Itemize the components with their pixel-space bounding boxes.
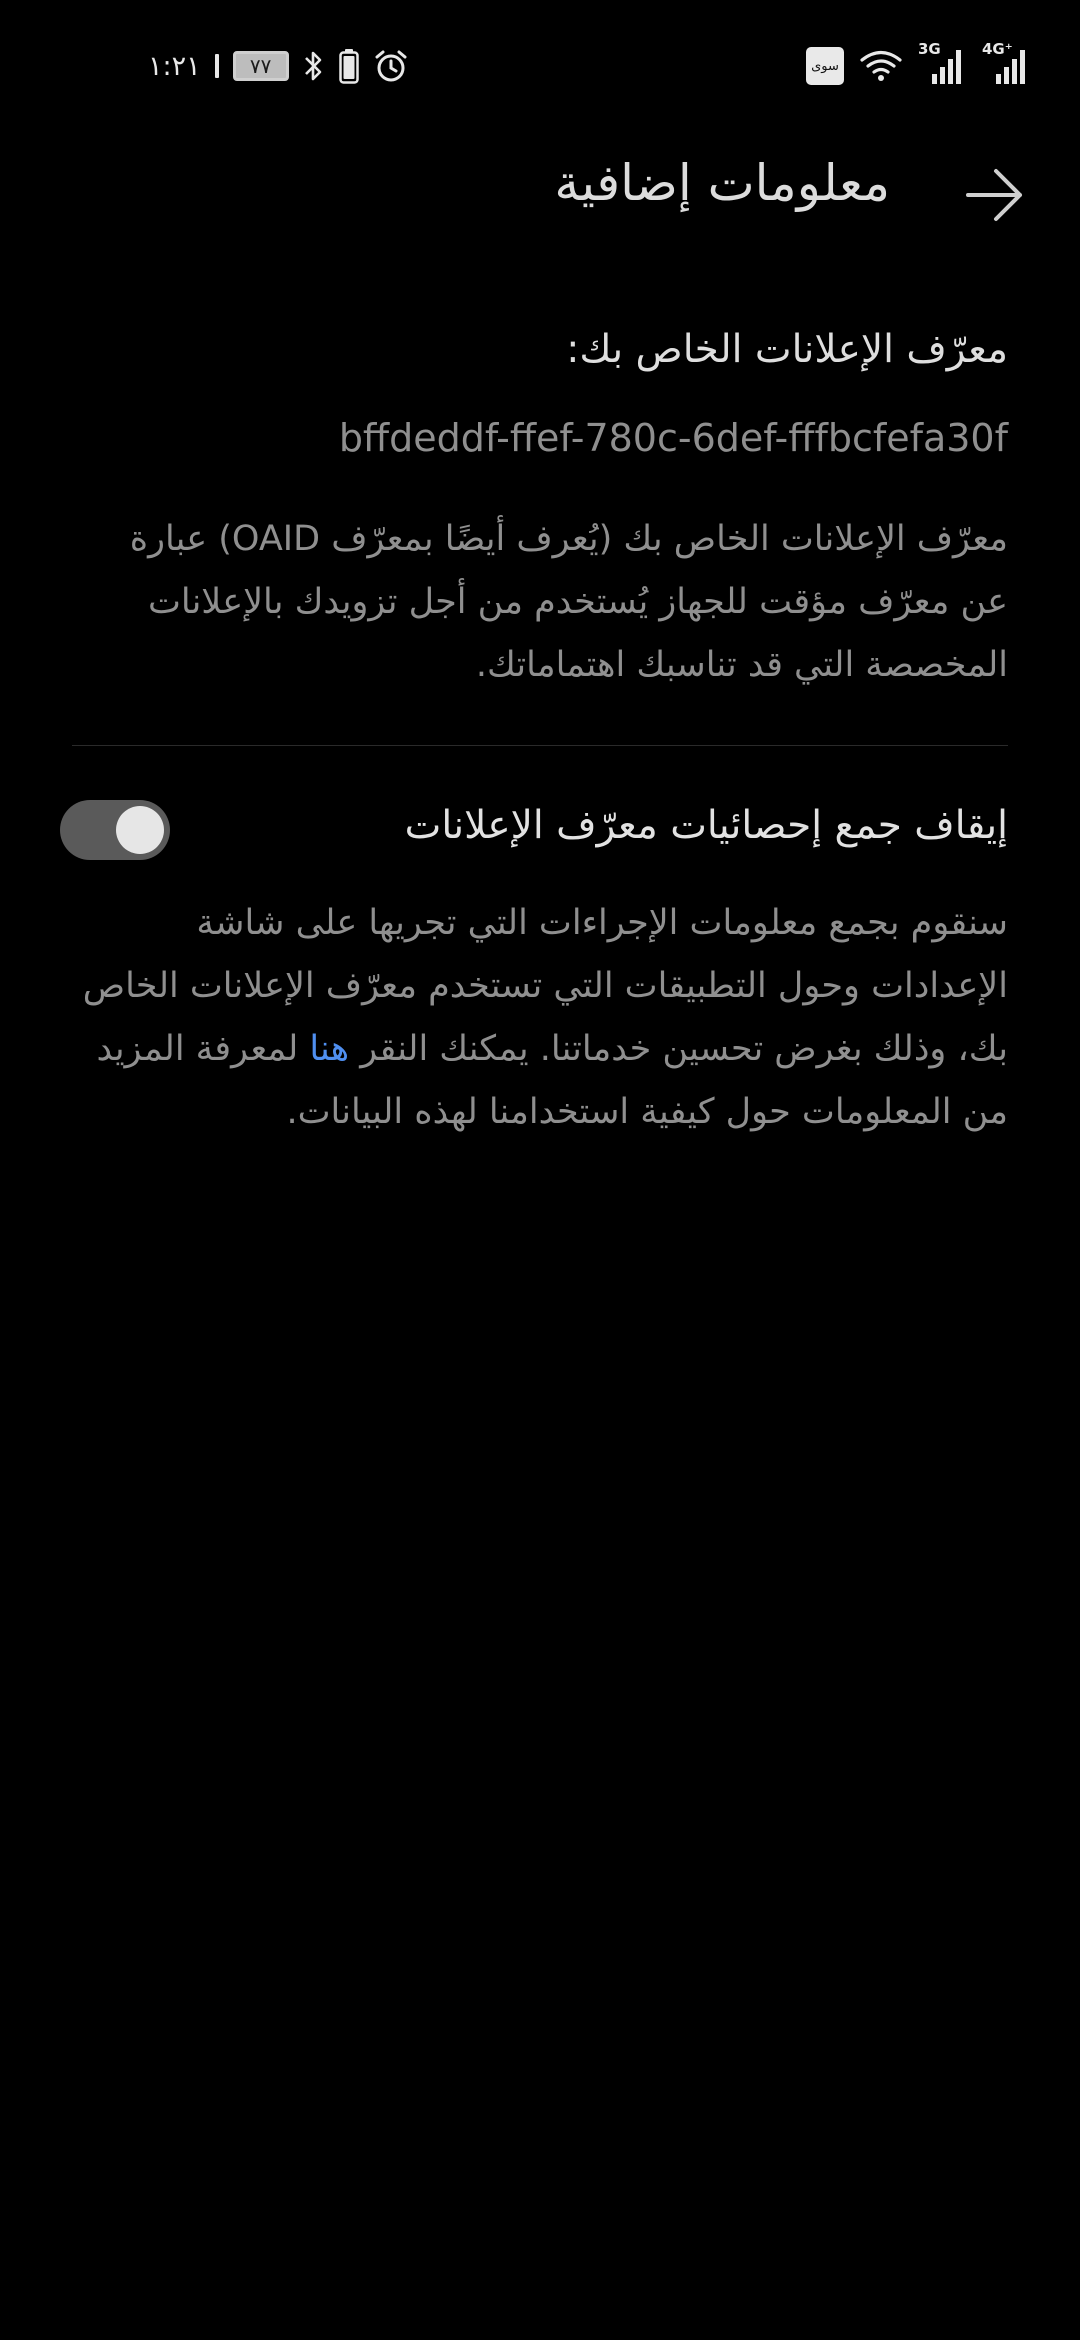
content: معرّف الإعلانات الخاص بك: bffdeddf-ffef-… xyxy=(60,320,1008,1144)
battery-charging-icon xyxy=(338,48,359,84)
status-bar: ١:٢١ ٧٧ سوى 3G 4G⁺ xyxy=(0,0,1080,130)
signal-4g-icon: 4G⁺ xyxy=(982,40,1030,86)
ad-id-stats-toggle[interactable] xyxy=(60,800,170,860)
oaid-value: bffdeddf-ffef-780c-6def-fffbcfefa30f xyxy=(338,416,1008,460)
bluetooth-icon xyxy=(303,49,325,83)
status-divider xyxy=(214,54,219,78)
arrow-back-icon[interactable] xyxy=(960,160,1030,230)
battery-percent-badge: ٧٧ xyxy=(232,51,289,81)
divider xyxy=(72,745,1008,746)
alarm-icon xyxy=(373,48,409,84)
page-title: معلومات إضافية xyxy=(554,154,890,212)
ad-id-stats-row[interactable]: إيقاف جمع إحصائيات معرّف الإعلانات xyxy=(60,784,1008,884)
status-time: ١:٢١ xyxy=(148,50,201,82)
ad-id-stats-label: إيقاف جمع إحصائيات معرّف الإعلانات xyxy=(404,803,1008,848)
net-type-label: 4G⁺ xyxy=(982,40,1013,58)
carrier-badge: سوى xyxy=(806,47,844,85)
oaid-label: معرّف الإعلانات الخاص بك: xyxy=(566,327,1008,372)
status-bar-right: سوى 3G 4G⁺ xyxy=(806,40,1030,88)
ad-id-stats-description: سنقوم بجمع معلومات الإجراءات التي تجريها… xyxy=(72,892,1008,1144)
learn-more-link[interactable]: هنا xyxy=(309,1029,349,1069)
net-type-label: 3G xyxy=(918,40,941,58)
signal-3g-icon: 3G xyxy=(918,40,966,86)
status-bar-left: ١:٢١ ٧٧ xyxy=(148,46,409,86)
oaid-description: معرّف الإعلانات الخاص بك (يُعرف أيضًا بم… xyxy=(129,519,1008,685)
toggle-knob xyxy=(116,806,164,854)
wifi-icon xyxy=(860,49,902,83)
app-header: معلومات إضافية xyxy=(0,140,1080,250)
